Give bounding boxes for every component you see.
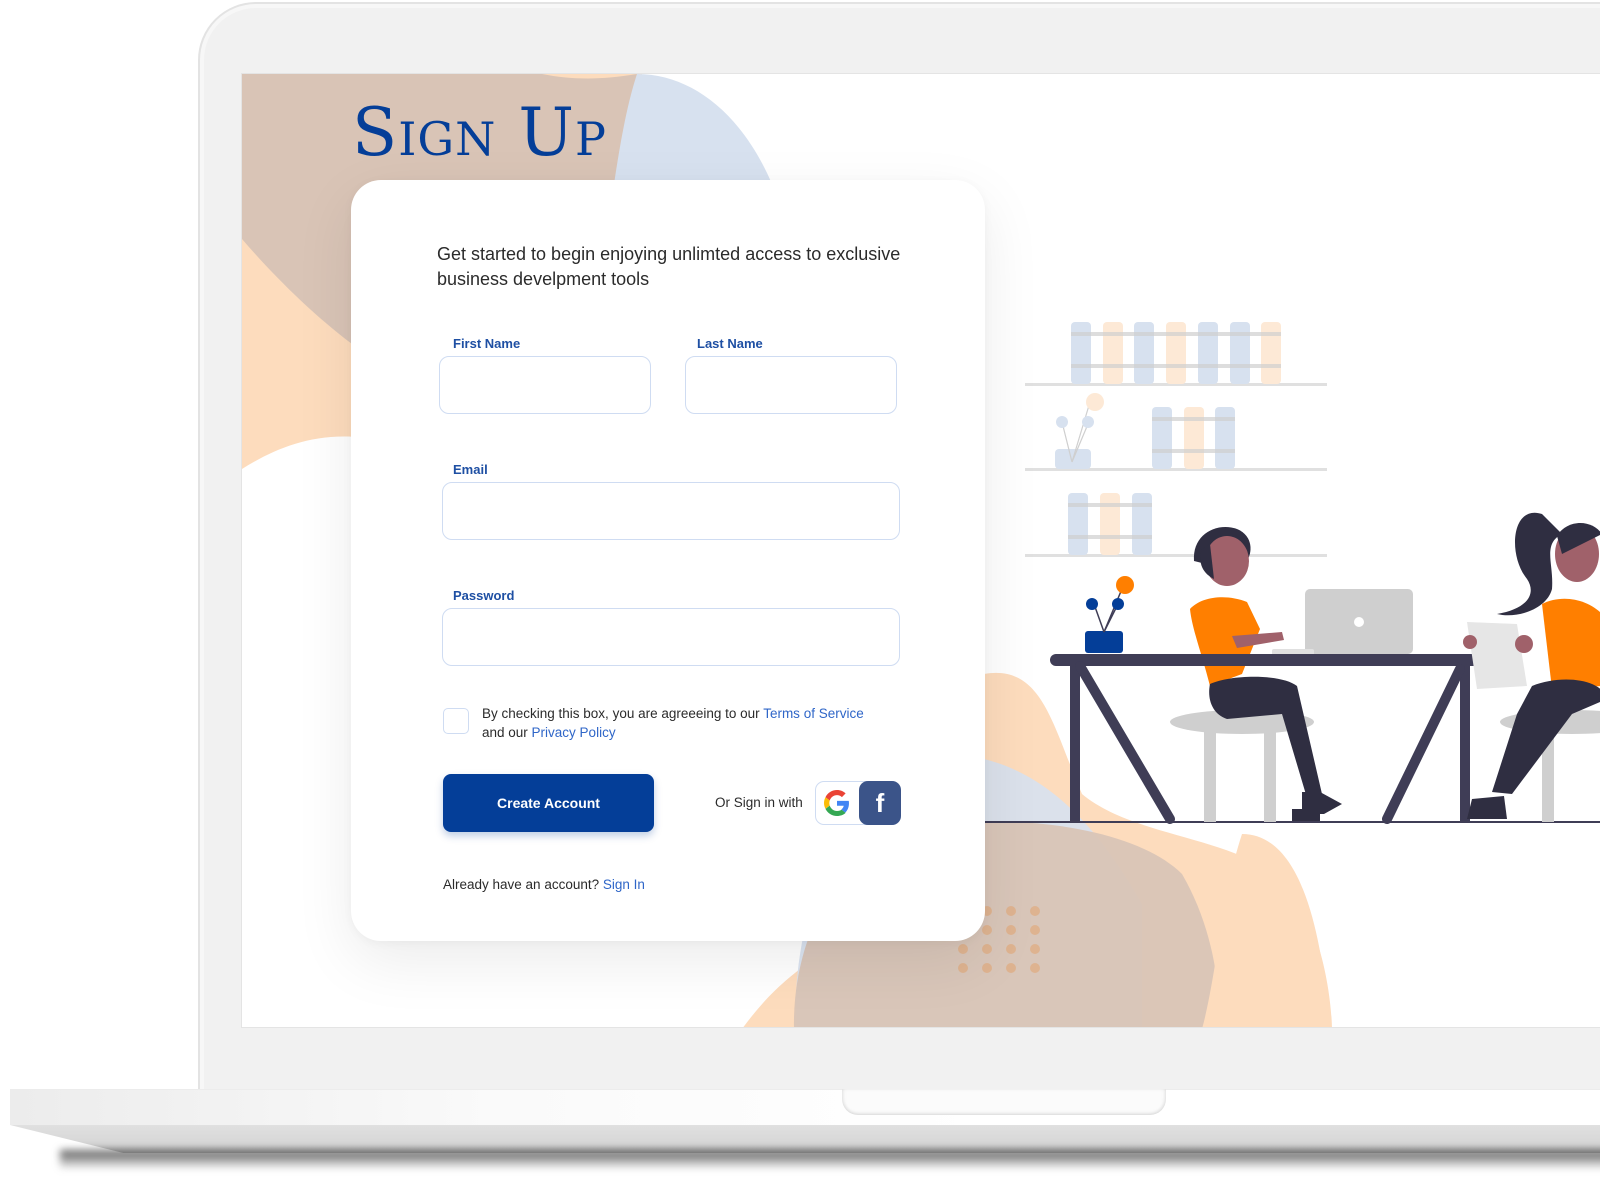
laptop-base xyxy=(10,1089,1600,1125)
page-title: Sign Up xyxy=(352,94,607,171)
last-name-label: Last Name xyxy=(697,336,763,351)
google-icon xyxy=(824,789,849,816)
privacy-policy-link[interactable]: Privacy Policy xyxy=(532,725,616,740)
first-name-input[interactable] xyxy=(439,356,651,414)
sign-in-link[interactable]: Sign In xyxy=(603,877,645,892)
facebook-signin-button[interactable]: f xyxy=(859,781,901,825)
terms-checkbox[interactable] xyxy=(443,708,469,734)
email-label: Email xyxy=(453,462,488,477)
password-label: Password xyxy=(453,588,515,603)
last-name-input[interactable] xyxy=(685,356,897,414)
email-input[interactable] xyxy=(442,482,900,540)
laptop-notch xyxy=(842,1089,1166,1115)
create-account-button[interactable]: Create Account xyxy=(443,774,654,832)
signin-prompt-text: Already have an account? xyxy=(443,877,603,892)
google-signin-button[interactable] xyxy=(816,782,858,823)
consent-text-middle: and our xyxy=(482,725,532,740)
password-input[interactable] xyxy=(442,608,900,666)
consent-text: By checking this box, you are agreeeing … xyxy=(482,704,902,742)
consent-text-before: By checking this box, you are agreeeing … xyxy=(482,706,764,721)
signin-prompt: Already have an account? Sign In xyxy=(443,877,645,892)
blue-blob-top xyxy=(614,74,772,184)
first-name-label: First Name xyxy=(453,336,521,351)
laptop-base-edge xyxy=(10,1125,1600,1153)
laptop-screen: Sign Up Get started to begin enjoying un… xyxy=(241,73,1600,1028)
laptop-shadow xyxy=(60,1150,1600,1168)
signup-card: Get started to begin enjoying unlimted a… xyxy=(351,180,985,941)
terms-of-service-link[interactable]: Terms of Service xyxy=(763,706,864,721)
social-signin-group: f xyxy=(815,781,901,825)
social-signin-prompt: Or Sign in with xyxy=(715,795,803,810)
intro-text: Get started to begin enjoying unlimted a… xyxy=(437,244,901,289)
facebook-icon: f xyxy=(875,788,885,818)
